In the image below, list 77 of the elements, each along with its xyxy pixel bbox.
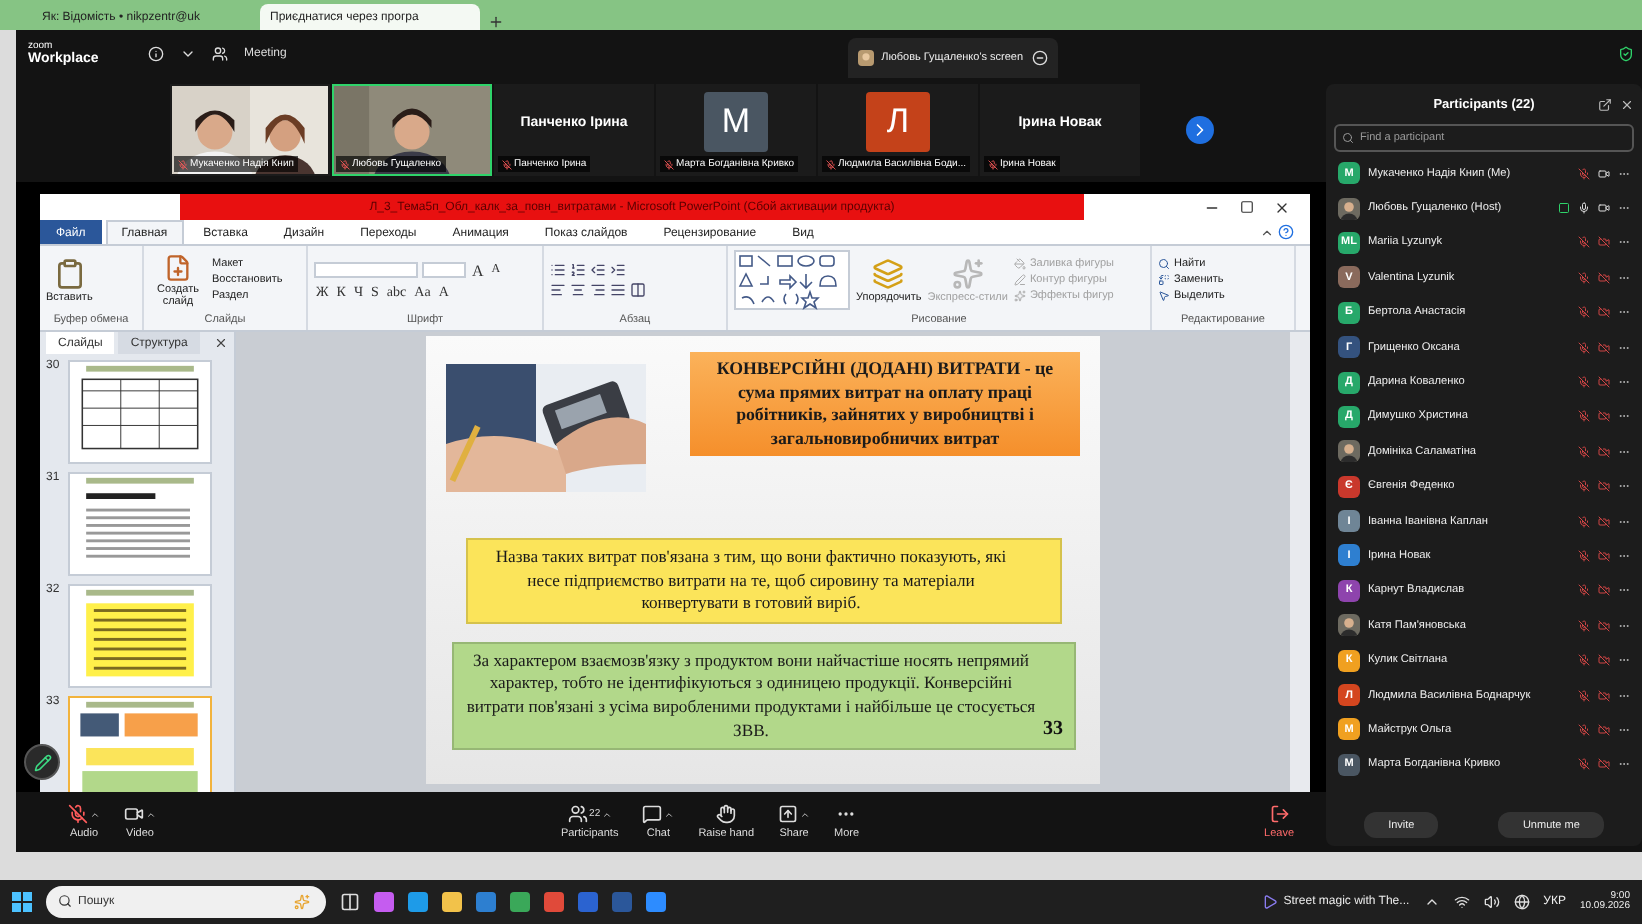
definition-box: КОНВЕРСІЙНІ (ДОДАНІ) ВИТРАТИ - це сума прямих витрат на оплату праці робітників, зайнятих у виробництві і загальновиробничих витрат (690, 352, 1080, 457)
close-icon[interactable] (214, 336, 228, 350)
search-icon (58, 894, 72, 908)
slide-thumbnail[interactable] (68, 584, 212, 688)
columns-icon[interactable] (630, 282, 646, 298)
muted-microphone-icon (988, 159, 998, 169)
font-name-field[interactable] (314, 262, 418, 278)
collapse-ribbon-icon[interactable] (1260, 225, 1274, 239)
pencil-icon (33, 753, 51, 771)
help-icon[interactable] (1278, 224, 1294, 240)
align-center-icon[interactable] (570, 282, 586, 298)
muted-microphone-icon (826, 159, 836, 169)
share-icon (778, 804, 799, 824)
slide-thumbnail[interactable] (68, 696, 212, 792)
align-right-icon[interactable] (590, 282, 606, 298)
pop-out-icon[interactable] (1598, 97, 1612, 111)
grow-font-button[interactable]: A (470, 261, 486, 279)
muted-microphone-icon (664, 159, 674, 169)
caret-icon (602, 809, 613, 819)
increase-indent-icon[interactable] (610, 262, 626, 278)
sparkle-icon (294, 894, 310, 910)
muted-microphone-icon (340, 159, 350, 169)
tray-chevron-icon[interactable] (1423, 894, 1440, 910)
slide-page-number: 33 (1043, 715, 1063, 743)
chat-icon (642, 804, 663, 824)
participants-icon (567, 804, 588, 824)
annotate-button[interactable] (24, 744, 60, 780)
avatar: M (704, 92, 768, 152)
caret-icon (664, 809, 675, 819)
caret-icon (90, 809, 100, 819)
replace-icon (1158, 274, 1170, 286)
task-view-icon[interactable] (340, 892, 360, 912)
search-icon (1342, 132, 1354, 144)
font-size-field[interactable] (422, 262, 466, 278)
volume-icon (1483, 894, 1500, 910)
slide-text: За характером взаємозв'язку з продуктом вони найчастіше носять непрямий характер, тобто не ідентифікуються з одиницею продукції. Конверсійні витрати пов'язані з усіма виробленими продуктами і найбільше це стосується ЗВВ. (466, 649, 1036, 740)
quick-styles-icon (951, 257, 984, 289)
avatar: Л (866, 92, 930, 152)
shapes-gallery[interactable] (734, 250, 850, 310)
slide-thumbnail[interactable] (68, 360, 212, 464)
scrollbar[interactable] (1290, 332, 1310, 792)
slide-thumbnail[interactable] (68, 472, 212, 576)
justify-icon[interactable] (610, 282, 626, 298)
numbering-icon[interactable] (570, 262, 586, 278)
muted-microphone-icon (502, 159, 512, 169)
pointer-icon (1158, 290, 1170, 302)
start-icon[interactable] (12, 892, 32, 912)
media-icon (1261, 894, 1278, 910)
maximize-icon[interactable] (1240, 199, 1254, 213)
globe-icon (1513, 894, 1530, 910)
paint-bucket-icon (1013, 258, 1026, 270)
next-page-button[interactable] (1186, 116, 1214, 144)
effects-icon (1013, 290, 1026, 302)
caret-icon (800, 809, 811, 819)
new-tab-icon[interactable] (488, 14, 504, 30)
leave-icon (1269, 804, 1290, 824)
hand-icon (716, 804, 737, 824)
arrange-icon (872, 257, 905, 289)
bullets-icon[interactable] (550, 262, 566, 278)
pen-icon (1013, 274, 1026, 286)
new-slide-icon (164, 253, 192, 281)
close-icon[interactable] (1620, 97, 1634, 111)
decrease-indent-icon[interactable] (590, 262, 606, 278)
info-icon[interactable] (148, 46, 164, 62)
clipboard-icon (53, 257, 86, 289)
caret-icon (146, 809, 156, 819)
close-icon[interactable] (1274, 199, 1290, 215)
search-icon (1158, 258, 1170, 270)
video-camera-icon (124, 804, 144, 824)
chevron-down-icon[interactable] (180, 46, 196, 62)
shield-icon (1617, 46, 1634, 62)
minimize-icon[interactable] (1031, 50, 1048, 66)
network-icon (1453, 894, 1470, 910)
align-left-icon[interactable] (550, 282, 566, 298)
muted-microphone-icon (178, 159, 188, 169)
slide-text: Назва таких витрат пов'язана з тим, що вони фактично показують, які несе підприємство витрати на те, щоб сировину та матеріали конвертувати в готовий виріб. (495, 546, 1007, 613)
meeting-icon (212, 46, 228, 62)
